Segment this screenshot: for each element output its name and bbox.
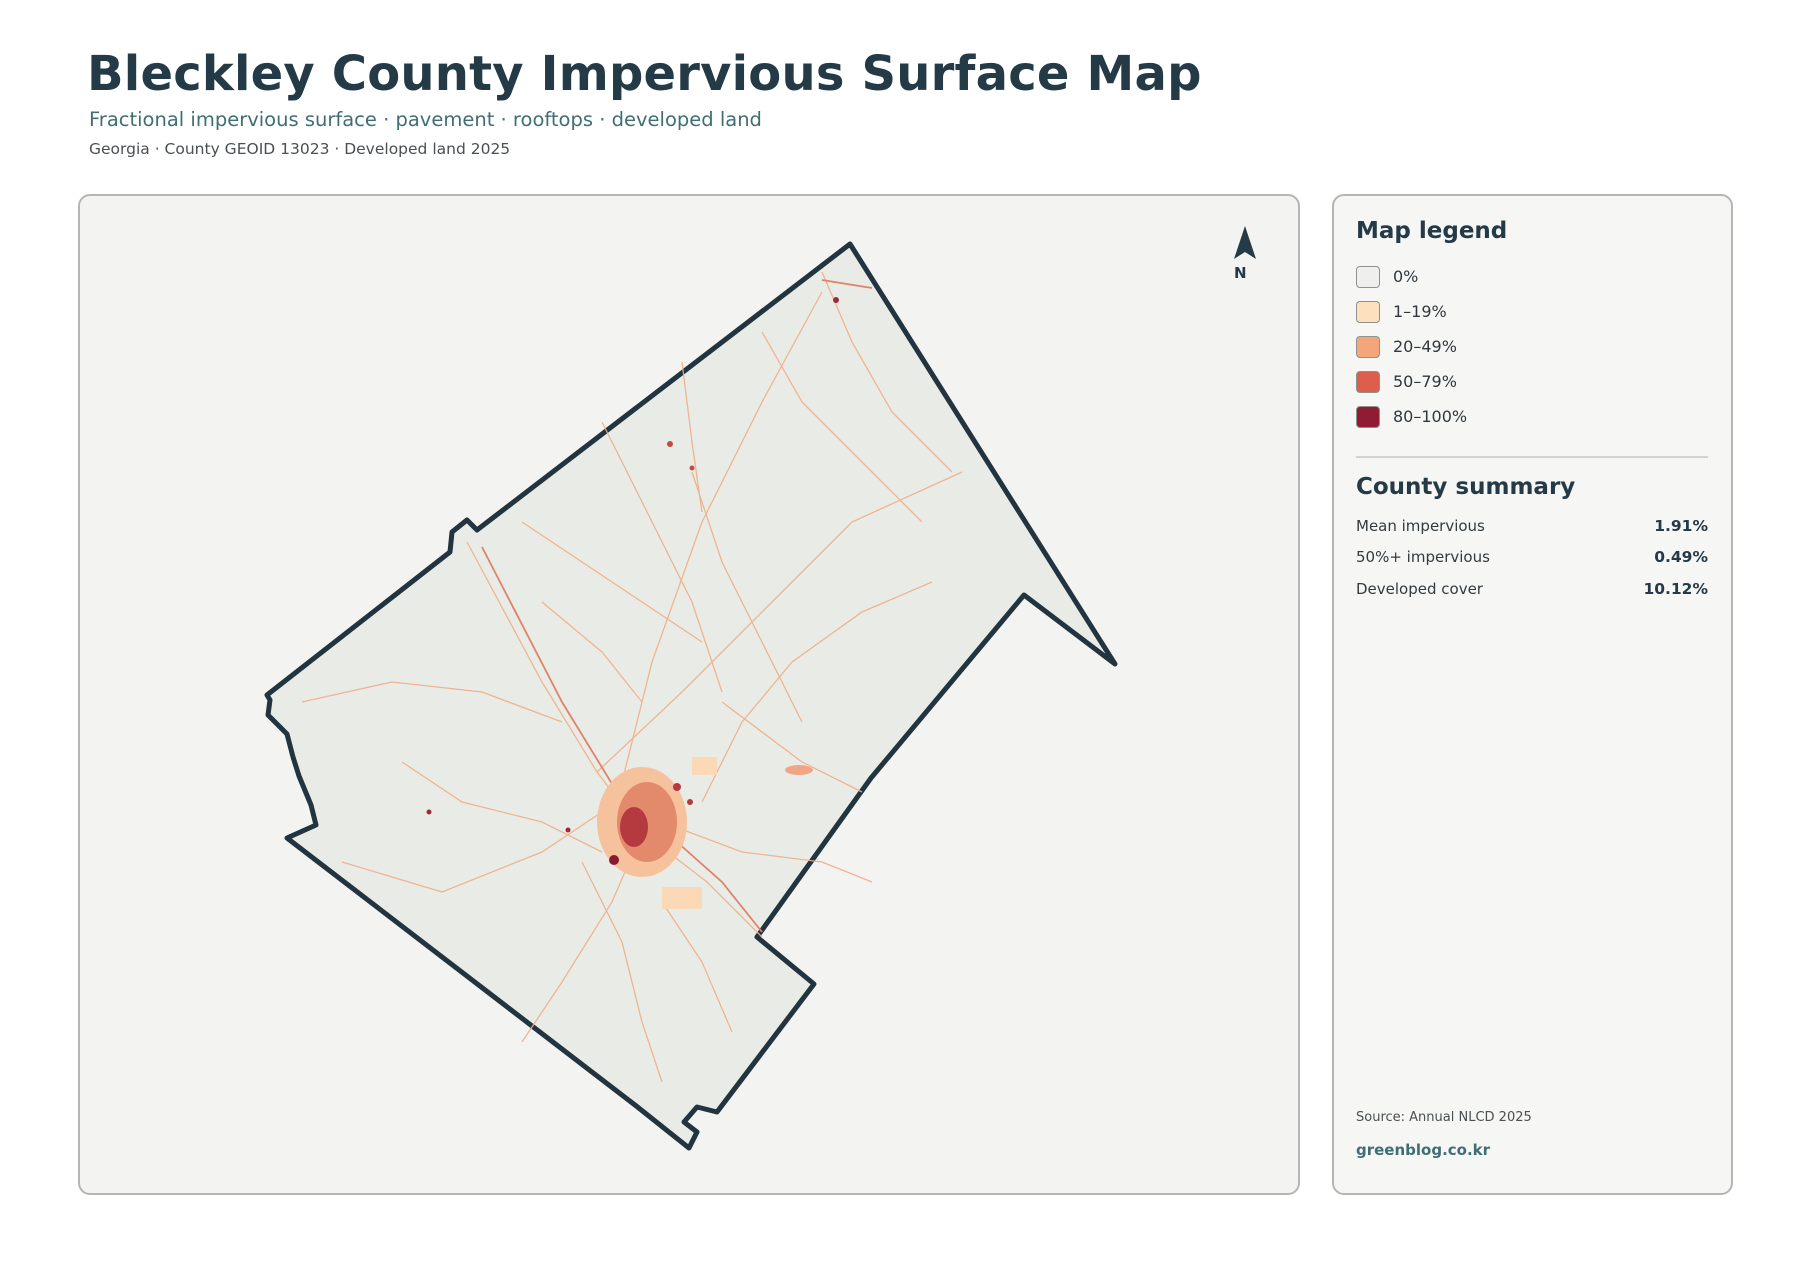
- legend-label: 50–79%: [1393, 372, 1457, 391]
- legend-label: 0%: [1393, 267, 1419, 286]
- legend-swatch: [1356, 371, 1380, 393]
- legend-swatch: [1356, 406, 1380, 428]
- stat-value-developed: 10.12%: [1643, 580, 1708, 598]
- legend-swatch: [1356, 301, 1380, 323]
- source-note: Source: Annual NLCD 2025: [1356, 1110, 1532, 1125]
- summary-title: County summary: [1356, 474, 1576, 500]
- stat-value-mean: 1.91%: [1654, 517, 1708, 535]
- page-title: Bleckley County Impervious Surface Map: [87, 46, 1202, 102]
- legend-swatch: [1356, 266, 1380, 288]
- stat-label-developed: Developed cover: [1356, 580, 1483, 598]
- legend-label: 1–19%: [1393, 302, 1447, 321]
- county-map[interactable]: [80, 196, 1300, 1195]
- stat-label-mean: Mean impervious: [1356, 517, 1485, 535]
- page-meta: Georgia · County GEOID 13023 · Developed…: [89, 140, 511, 158]
- legend-title: Map legend: [1356, 218, 1508, 244]
- legend-label: 80–100%: [1393, 407, 1468, 426]
- credit-link[interactable]: greenblog.co.kr: [1356, 1141, 1490, 1159]
- north-label: N: [1234, 264, 1247, 282]
- legend-label: 20–49%: [1393, 337, 1457, 356]
- stat-value-high: 0.49%: [1654, 548, 1708, 566]
- map-panel[interactable]: [78, 194, 1300, 1195]
- legend-divider: [1356, 456, 1708, 458]
- legend-swatch: [1356, 336, 1380, 358]
- county-boundary: [264, 241, 1118, 1151]
- stat-label-high: 50%+ impervious: [1356, 548, 1490, 566]
- page-subtitle: Fractional impervious surface · pavement…: [89, 108, 762, 131]
